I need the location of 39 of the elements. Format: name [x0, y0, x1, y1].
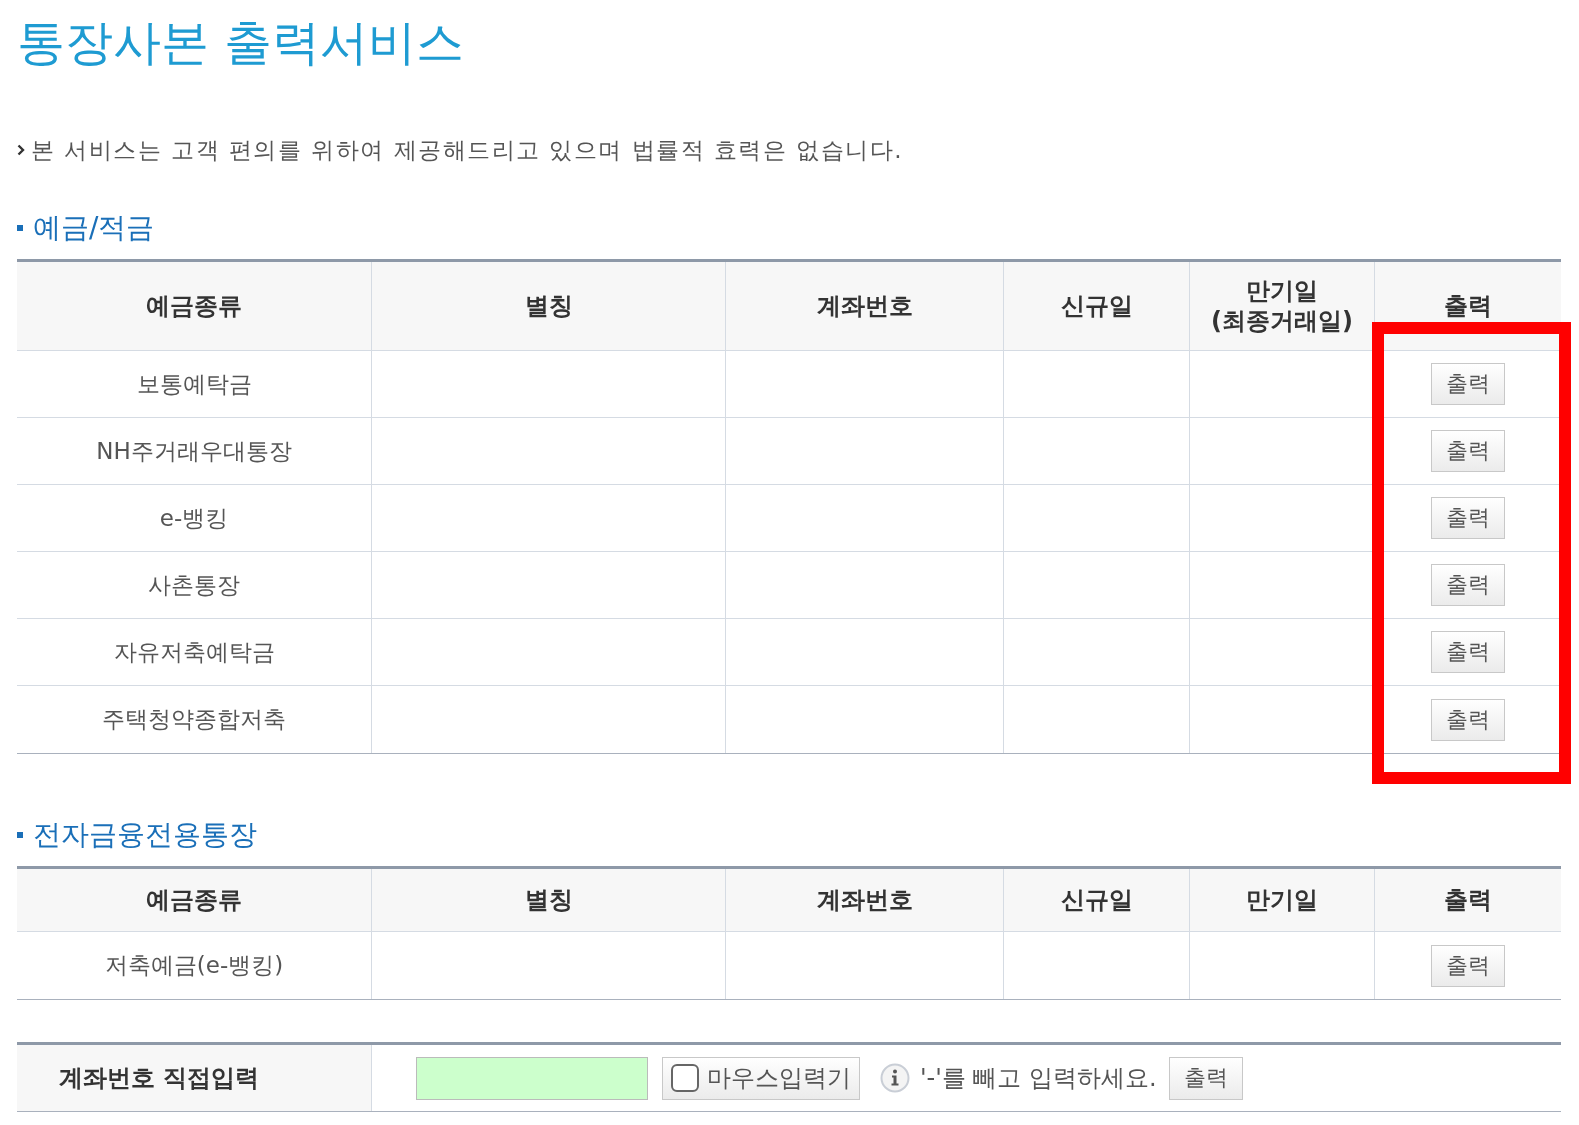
square-bullet-icon: [17, 225, 23, 231]
column-header: 별칭: [524, 885, 573, 915]
table-cell-text: 보통예탁금: [136, 369, 252, 399]
info-icon: [880, 1063, 910, 1093]
table-cell-text: e-뱅킹: [159, 503, 229, 533]
notice-text: 본 서비스는 고객 편의를 위하여 제공해드리고 있으며 법률적 효력은 없습니다.: [31, 136, 904, 164]
column-header: 출력: [1444, 885, 1492, 915]
print-button[interactable]: 출력: [1431, 631, 1505, 673]
section-heading: 예금/적금: [33, 210, 155, 246]
section-heading: 전자금융전용통장: [33, 817, 257, 853]
column-header: 신규일: [1060, 291, 1133, 321]
print-button[interactable]: 출력: [1431, 430, 1505, 472]
column-header: 계좌번호: [816, 885, 913, 915]
table-cell-text: 사촌통장: [148, 570, 240, 600]
column-header: 예금종류: [146, 291, 242, 321]
print-button[interactable]: 출력: [1431, 944, 1505, 987]
chevron-icon: [17, 144, 25, 156]
print-button[interactable]: 출력: [1431, 564, 1505, 606]
column-header: 별칭: [524, 291, 573, 321]
column-header: 만기일: [1246, 885, 1318, 915]
input-hint: '-'를 빼고 입력하세요.: [920, 1063, 1157, 1094]
table-cell-text: 주택청약종합저축: [102, 705, 286, 735]
page-title: 통장사본 출력서비스: [17, 13, 465, 72]
print-button[interactable]: 출력: [1431, 363, 1505, 405]
column-header: 신규일: [1060, 885, 1133, 915]
column-header: 만기일 (최종거래일): [1210, 276, 1354, 336]
row-label: 계좌번호 직접입력: [59, 1063, 260, 1094]
table-cell-text: 자유저축예탁금: [113, 637, 275, 667]
mouse-input-toggle[interactable]: 마우스입력기: [662, 1056, 860, 1100]
print-button[interactable]: 출력: [1168, 1056, 1243, 1100]
print-button[interactable]: 출력: [1431, 497, 1505, 539]
table-cell-text: NH주거래우대통장: [96, 436, 292, 466]
account-number-field[interactable]: [416, 1056, 648, 1100]
table-cell-text: 저축예금(e-뱅킹): [104, 951, 284, 981]
square-bullet-icon: [17, 832, 23, 838]
column-header: 출력: [1444, 291, 1492, 321]
column-header: 예금종류: [146, 885, 242, 915]
print-button[interactable]: 출력: [1431, 698, 1505, 741]
column-header: 계좌번호: [816, 291, 913, 321]
